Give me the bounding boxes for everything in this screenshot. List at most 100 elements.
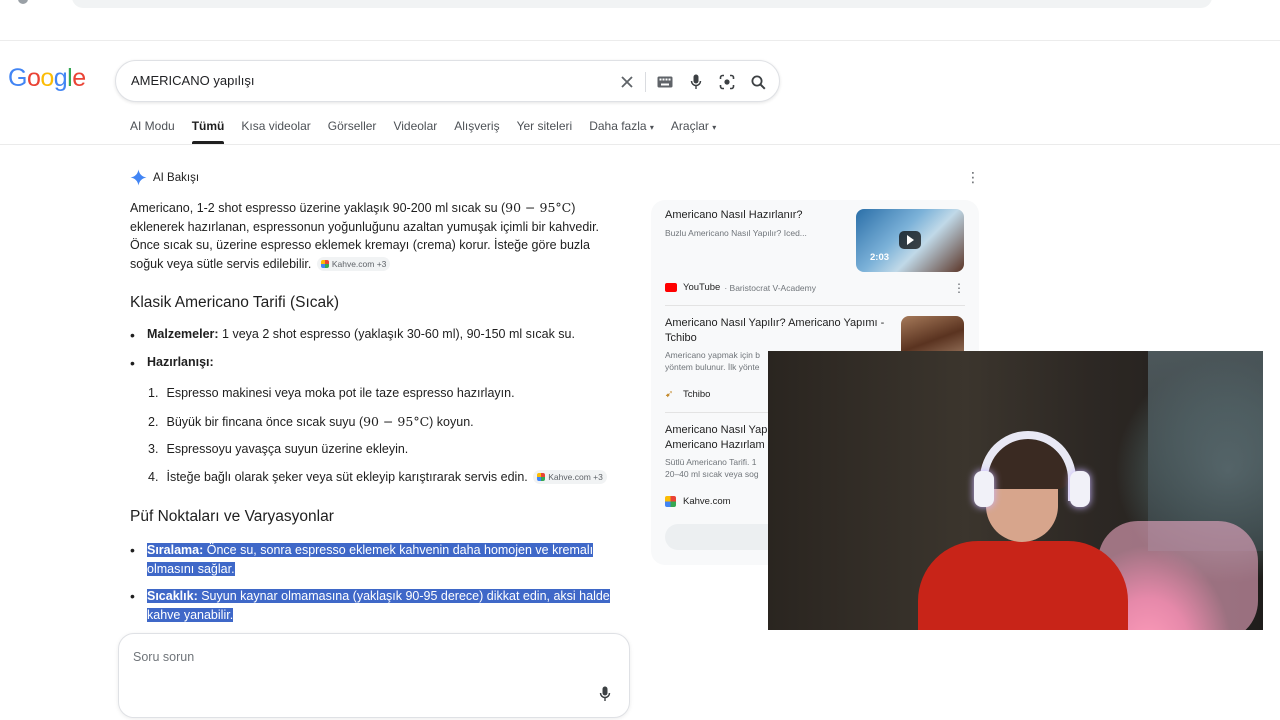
step-number: 4. (148, 470, 159, 484)
snippet-line: Sütlü Americano Tarifi. 1 (665, 457, 757, 467)
tab-more[interactable]: Daha fazla ▾ (589, 119, 654, 145)
site-name: YouTube (683, 282, 721, 293)
step-item: 3. Espressoyu yavaşça suyun üzerine ekle… (148, 442, 408, 456)
step-text: Büyük bir fincana önce sıcak suyu ( (166, 415, 364, 429)
section-title: Püf Noktaları ve Varyasyonlar (130, 508, 334, 525)
citation-label: Kahve.com +3 (548, 472, 603, 482)
tip-text: Suyun kaynar olmamasına (yaklaşık 90-95 … (197, 589, 610, 603)
tab-places[interactable]: Yer siteleri (517, 119, 573, 145)
ask-followup-box[interactable]: Soru sorun (118, 633, 630, 718)
tip-label: Sıcaklık: (147, 589, 198, 603)
step-text: İsteğe bağlı olarak şeker veya süt ekley… (166, 470, 528, 484)
more-options-icon[interactable]: ⋮ (966, 170, 980, 184)
microphone-icon[interactable] (685, 71, 707, 93)
source-title[interactable]: Americano Nasıl Yapılır? Americano Yapım… (665, 316, 884, 346)
article-thumbnail[interactable] (901, 316, 964, 353)
tab-shopping[interactable]: Alışveriş (454, 119, 499, 145)
more-options-icon[interactable]: ⋮ (953, 281, 965, 295)
youtube-icon (665, 283, 677, 292)
browser-toolbar (0, 0, 1280, 10)
divider (0, 144, 1280, 145)
tip-text: olmasını sağlar. (147, 561, 235, 576)
source-snippet: Buzlu Americano Nasıl Yapılır? Iced... (665, 228, 807, 238)
materials-text: 1 veya 2 shot espresso (yaklaşık 30-60 m… (218, 327, 575, 341)
keyboard-icon[interactable] (654, 71, 676, 93)
tab-all[interactable]: Tümü (191, 119, 224, 145)
title-line: Americano Nasıl Yap (665, 424, 768, 436)
divider (665, 305, 965, 306)
step-text: Espresso makinesi veya moka pot ile taze… (166, 386, 515, 400)
tab-images[interactable]: Görseller (328, 119, 377, 145)
logo-letter: o (26, 64, 41, 92)
search-tabs: AI Modu Tümü Kısa videolar Görseller Vid… (130, 119, 733, 145)
search-input[interactable]: AMERICANO yapılışı (131, 73, 255, 88)
bullet-icon: • (130, 355, 135, 371)
site-name: Tchibo (683, 389, 711, 400)
webcam-overlay (768, 351, 1263, 630)
browser-nav-icon[interactable] (18, 0, 28, 4)
step-text: Espressoyu yavaşça suyun üzerine ekleyin… (166, 442, 409, 456)
video-duration: 2:03 (870, 252, 890, 263)
step-number: 3. (148, 442, 159, 456)
list-item: • Sıralama: Önce su, sonra espresso ekle… (130, 541, 630, 578)
title-line: Americano Hazırlam (665, 439, 765, 451)
ai-overview-label: AI Bakışı (153, 171, 200, 184)
microphone-icon[interactable] (599, 686, 611, 707)
chevron-down-icon: ▾ (649, 123, 654, 132)
chevron-down-icon: ▾ (712, 123, 717, 132)
source-title[interactable]: Americano Nasıl Yap Americano Hazırlam (665, 423, 767, 453)
snippet-line: yöntem bulunur. İlk yönte (665, 362, 760, 372)
citation-chip[interactable]: Kahve.com +3 (316, 256, 391, 271)
ask-input[interactable]: Soru sorun (133, 650, 194, 664)
bullet-icon: • (130, 588, 135, 604)
step-number: 1. (148, 386, 159, 400)
tab-tools-label: Araçlar (670, 119, 709, 133)
materials-label: Malzemeler: (147, 327, 219, 341)
list-item: • Malzemeler: 1 veya 2 shot espresso (ya… (130, 327, 575, 343)
person-body (918, 541, 1128, 630)
intro-text: Americano, 1-2 shot espresso üzerine yak… (130, 201, 506, 215)
site-channel: · Baristocrat V-Academy (724, 282, 816, 293)
divider (645, 72, 646, 92)
headset-earcup (974, 471, 994, 507)
citation-label: Kahve.com +3 (331, 258, 387, 269)
clear-icon[interactable] (616, 71, 638, 93)
kahve-favicon-icon (665, 496, 676, 507)
play-icon[interactable] (899, 231, 921, 249)
address-bar[interactable] (72, 0, 1212, 8)
tip-text: kahve yanabilir. (147, 607, 234, 622)
source-site: ➹ Tchibo (665, 389, 710, 400)
snippet-line: 20–40 ml sıcak veya sog (665, 469, 759, 479)
tchibo-icon: ➹ (665, 389, 674, 400)
search-box[interactable]: AMERICANO yapılışı (115, 60, 780, 102)
preparation-label: Hazırlanışı: (147, 355, 214, 369)
section-title: Klasik Americano Tarifi (Sıcak) (130, 294, 340, 311)
favicon-icon (320, 259, 329, 268)
ai-overview-header: AI Bakışı (130, 169, 199, 186)
ai-overview-intro: Americano, 1-2 shot espresso üzerine yak… (130, 199, 610, 273)
title-line: Tchibo (665, 332, 697, 344)
source-site: Kahve.com (665, 496, 731, 507)
favicon-icon (537, 473, 546, 481)
source-title[interactable]: Americano Nasıl Hazırlanır? (665, 208, 803, 223)
tab-videos[interactable]: Videolar (393, 119, 437, 145)
tab-tools[interactable]: Araçlar ▾ (671, 119, 716, 145)
source-site: YouTube · Baristocrat V-Academy (665, 282, 816, 293)
tab-short-videos[interactable]: Kısa videolar (241, 119, 310, 145)
source-snippet: Americano yapmak için b yöntem bulunur. … (665, 349, 760, 373)
snippet-line: Americano yapmak için b (665, 350, 760, 360)
bullet-icon: • (130, 542, 135, 558)
google-logo[interactable]: Google (8, 64, 86, 93)
list-item: • Sıcaklık: Suyun kaynar olmamasına (yak… (130, 587, 630, 624)
math-temperature: 90 − 95°C (363, 414, 430, 429)
step-number: 2. (148, 415, 159, 429)
divider (0, 40, 1280, 41)
title-line: Americano Nasıl Yapılır? Americano Yapım… (665, 317, 885, 329)
lens-camera-icon[interactable] (716, 71, 738, 93)
step-item: 2. Büyük bir fincana önce sıcak suyu (90… (148, 414, 474, 429)
citation-chip[interactable]: Kahve.com +3 (533, 470, 607, 484)
tab-ai-mode[interactable]: AI Modu (130, 119, 175, 145)
search-icon[interactable] (747, 71, 769, 93)
tip-text: Önce su, sonra espresso eklemek kahvenin… (203, 543, 594, 557)
logo-letter: e (72, 64, 86, 92)
